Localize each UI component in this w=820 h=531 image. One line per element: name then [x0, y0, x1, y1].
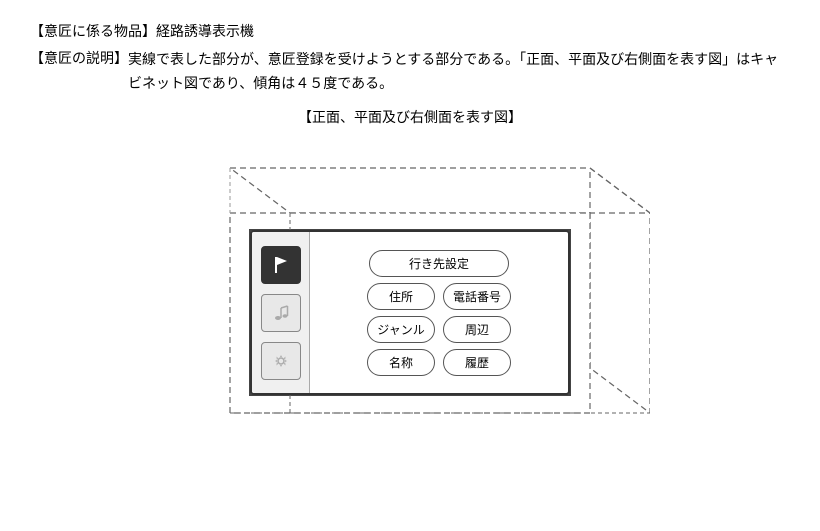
left-icon-panel [252, 232, 310, 393]
gear-icon-box[interactable] [261, 342, 301, 380]
desc-label: 【意匠の説明】 [30, 48, 128, 96]
btn-destination[interactable]: 行き先設定 [369, 250, 509, 277]
figure-title: 【正面、平面及び右側面を表す図】 [30, 107, 790, 127]
btn-phone[interactable]: 電話番号 [443, 283, 511, 310]
flag-icon [271, 255, 291, 275]
music-icon [271, 303, 291, 323]
flag-icon-box[interactable] [261, 246, 301, 284]
btn-name[interactable]: 名称 [367, 349, 435, 376]
btn-row-address: 住所 電話番号 [322, 283, 556, 310]
music-icon-box[interactable] [261, 294, 301, 332]
btn-row-destination: 行き先設定 [322, 250, 556, 277]
title-text: 【意匠に係る物品】経路誘導表示機 [30, 23, 254, 39]
btn-address[interactable]: 住所 [367, 283, 435, 310]
right-button-panel: 行き先設定 住所 電話番号 ジャンル 周辺 名称 履歴 [310, 232, 568, 393]
btn-history[interactable]: 履歴 [443, 349, 511, 376]
gear-icon [271, 351, 291, 371]
description-block: 【意匠の説明】 実線で表した部分が、意匠登録を受けようとする部分である。「正面、… [30, 48, 790, 96]
btn-row-genre: ジャンル 周辺 [322, 316, 556, 343]
product-title: 【意匠に係る物品】経路誘導表示機 [30, 20, 790, 44]
diagram-area: 行き先設定 住所 電話番号 ジャンル 周辺 名称 履歴 [30, 143, 790, 463]
btn-genre[interactable]: ジャンル [367, 316, 435, 343]
btn-nearby[interactable]: 周辺 [443, 316, 511, 343]
device-panel: 行き先設定 住所 電話番号 ジャンル 周辺 名称 履歴 [250, 230, 570, 395]
btn-row-name: 名称 履歴 [322, 349, 556, 376]
cabinet-wrapper: 行き先設定 住所 電話番号 ジャンル 周辺 名称 履歴 [170, 158, 650, 448]
desc-content: 実線で表した部分が、意匠登録を受けようとする部分である。「正面、平面及び右側面を… [128, 48, 790, 96]
